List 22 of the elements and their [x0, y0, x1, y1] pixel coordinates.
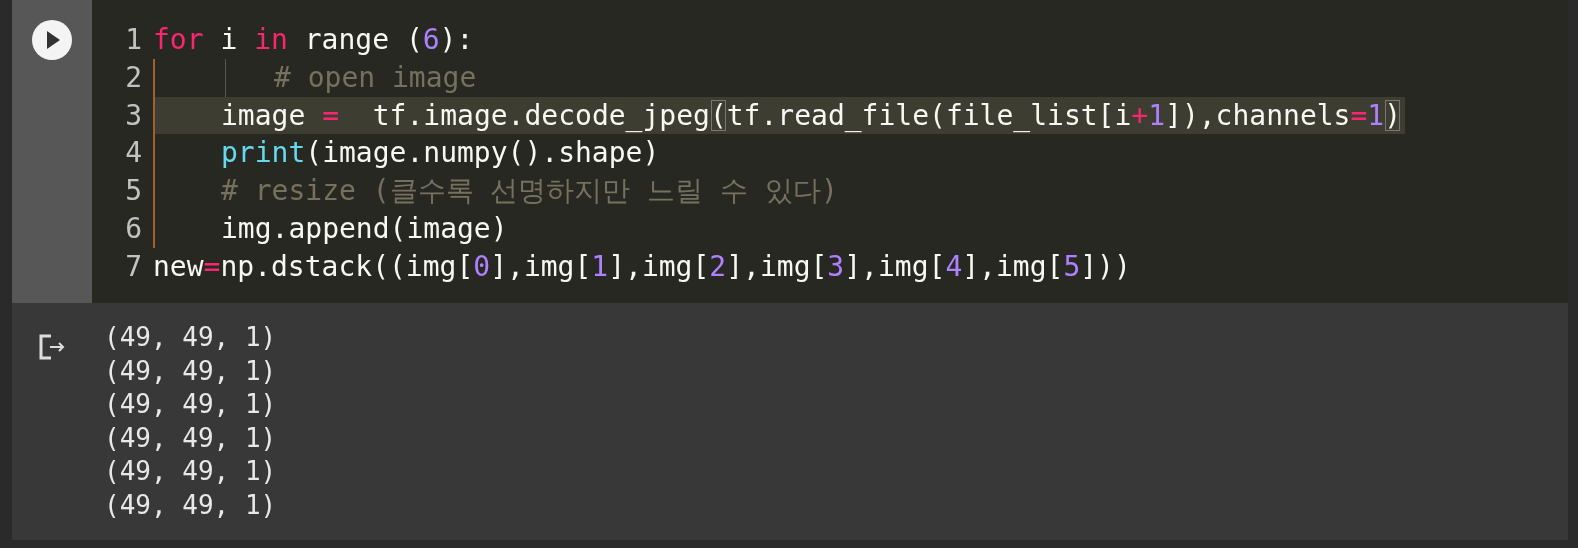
output-line: (49, 49, 1)	[104, 388, 277, 421]
run-button[interactable]	[32, 20, 72, 60]
line-number: 7	[124, 248, 143, 285]
code-line: img.append(image)	[220, 211, 509, 247]
output-line: (49, 49, 1)	[104, 455, 277, 488]
code-line: # resize (클수록 선명하지만 느릴 수 있다)	[220, 173, 839, 210]
line-number: 4	[124, 135, 143, 172]
output-line: (49, 49, 1)	[104, 488, 277, 522]
code-line: new=np.dstack((img[0],img[1],img[2],img[3],img[4],img[5]))	[153, 248, 1132, 285]
output-line: (49, 49, 1)	[104, 421, 277, 455]
code-line: print(image.numpy().shape)	[220, 135, 661, 172]
line-number: 2	[124, 59, 143, 96]
output-line: (49, 49, 1)	[104, 321, 277, 354]
output-line: (49, 49, 1)	[104, 354, 277, 388]
code-line: # open image	[155, 58, 481, 97]
line-number: 5	[124, 173, 143, 210]
line-number: 6	[124, 211, 143, 247]
code-line: for i in range (6):	[153, 22, 475, 58]
play-icon	[32, 20, 72, 60]
line-number: 3	[124, 97, 143, 134]
output-icon	[37, 333, 67, 361]
line-number: 1	[124, 22, 143, 58]
